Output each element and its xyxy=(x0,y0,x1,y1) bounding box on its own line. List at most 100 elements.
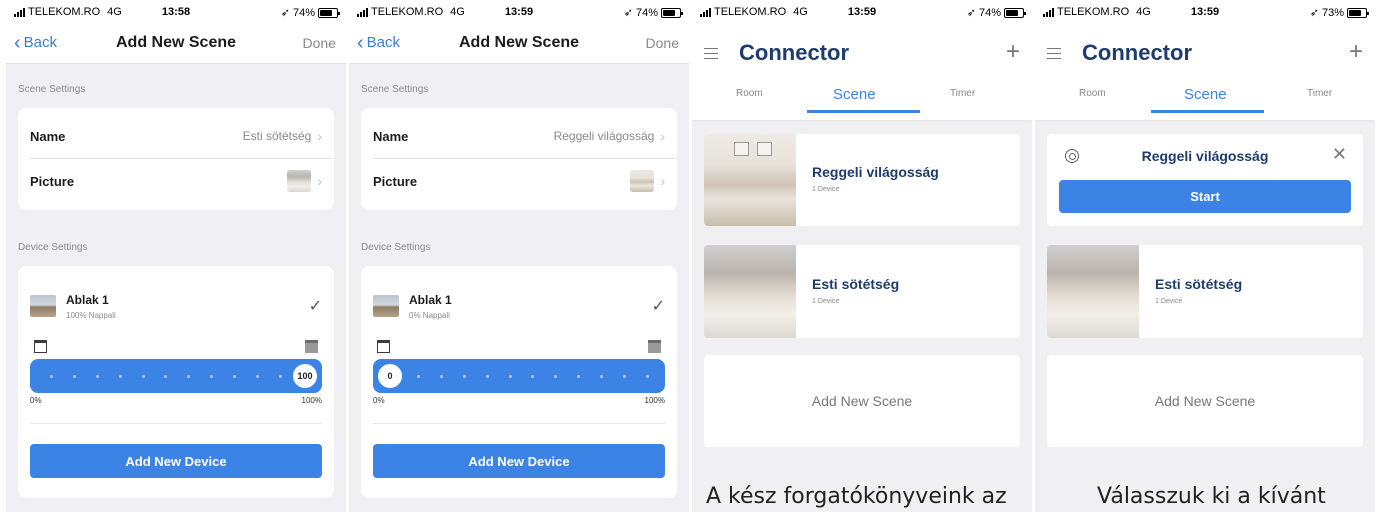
chevron-right-icon: › xyxy=(660,173,665,189)
active-tab-indicator xyxy=(1151,110,1264,113)
scene-name: Reggeli világosság xyxy=(812,164,939,180)
name-row[interactable]: Name Esti sötétség › xyxy=(30,114,322,158)
position-slider[interactable]: 100 xyxy=(30,359,322,393)
device-title: Ablak 1 xyxy=(66,292,109,307)
navigation-bar: ‹ Back Add New Scene Done xyxy=(6,26,346,64)
add-device-button[interactable]: Add New Device xyxy=(30,444,322,478)
phone-screen-add-scene-morning: TELEKOM.RO 4G 13:59 ➶ 74% ‹ Back Add New … xyxy=(349,0,689,512)
status-bar: TELEKOM.RO 4G 13:59 ➶ 73% xyxy=(1035,0,1375,26)
divider xyxy=(373,423,665,424)
slider-min-label: 0% xyxy=(373,396,385,405)
slider-knob[interactable]: 0 xyxy=(378,364,402,388)
checkmark-icon[interactable]: ✓ xyxy=(309,296,322,316)
tab-timer[interactable]: Timer xyxy=(950,88,975,99)
phone-screen-add-scene-evening: TELEKOM.RO 4G 13:58 ➶ 74% ‹ Back Add New … xyxy=(6,0,346,512)
scene-name: Reggeli világosság xyxy=(1141,148,1269,164)
scene-card[interactable]: Esti sötétség 1 Device xyxy=(1047,245,1363,338)
close-icon[interactable]: ✕ xyxy=(1332,144,1347,165)
done-button[interactable]: Done xyxy=(646,35,679,51)
tab-room[interactable]: Room xyxy=(1079,88,1106,99)
battery-percent: 74% xyxy=(978,6,1001,19)
scene-device-count: 1 Device xyxy=(812,186,840,193)
blind-closed-icon xyxy=(305,340,318,353)
battery-percent: 74% xyxy=(635,6,658,19)
tab-scene[interactable]: Scene xyxy=(833,86,876,103)
battery-percent: 74% xyxy=(292,6,315,19)
scene-card[interactable]: Esti sötétség 1 Device xyxy=(704,245,1020,338)
name-row[interactable]: Name Reggeli világosság › xyxy=(373,114,665,158)
location-icon: ➶ xyxy=(1309,7,1319,19)
add-icon[interactable]: + xyxy=(1349,38,1363,66)
battery-icon xyxy=(1004,7,1026,18)
device-item[interactable]: Ablak 1 100% Nappali ✓ xyxy=(30,288,322,324)
name-value: Reggeli világosság xyxy=(553,129,655,143)
tab-room[interactable]: Room xyxy=(736,88,763,99)
tab-timer[interactable]: Timer xyxy=(1307,88,1332,99)
picture-label: Picture xyxy=(30,173,75,189)
section-label-scene-settings: Scene Settings xyxy=(361,84,429,95)
name-label: Name xyxy=(373,128,409,144)
menu-icon[interactable] xyxy=(1047,48,1061,59)
picture-thumbnail xyxy=(287,170,312,192)
picture-label: Picture xyxy=(373,173,418,189)
checkmark-icon[interactable]: ✓ xyxy=(652,296,665,316)
page-title: Add New Scene xyxy=(458,34,580,51)
page-title: Add New Scene xyxy=(115,34,237,51)
picture-row[interactable]: Picture › xyxy=(30,159,322,203)
device-item[interactable]: Ablak 1 0% Nappali ✓ xyxy=(373,288,665,324)
scene-image-evening xyxy=(1047,245,1139,338)
app-header: Connector + Room Scene Timer xyxy=(1035,26,1375,120)
scene-device-count: 1 Device xyxy=(812,298,840,305)
caption-left: A kész forgatókönyveink az xyxy=(706,484,1007,509)
device-subtitle: 0% Nappali xyxy=(409,310,450,320)
device-thumbnail xyxy=(373,295,399,317)
location-icon: ➶ xyxy=(280,7,290,19)
battery-icon xyxy=(318,7,340,18)
scene-image-morning xyxy=(704,134,796,226)
device-title: Ablak 1 xyxy=(409,292,452,307)
device-settings-card: Ablak 1 100% Nappali ✓ 100 0% 100% Add N… xyxy=(18,266,334,498)
picture-row[interactable]: Picture › xyxy=(373,159,665,203)
done-button[interactable]: Done xyxy=(303,35,336,51)
scene-card[interactable]: Reggeli világosság 1 Device xyxy=(704,134,1020,226)
menu-icon[interactable] xyxy=(704,48,718,59)
caption-right: Válasszuk ki a kívánt xyxy=(1097,484,1326,509)
device-settings-card: Ablak 1 0% Nappali ✓ 0 0% 100% Add New D… xyxy=(361,266,677,498)
scene-settings-card: Name Reggeli világosság › Picture › xyxy=(361,108,677,210)
device-thumbnail xyxy=(30,295,56,317)
section-label-device-settings: Device Settings xyxy=(361,242,431,253)
app-title: Connector xyxy=(1082,40,1192,65)
scene-settings-card: Name Esti sötétség › Picture › xyxy=(18,108,334,210)
battery-icon xyxy=(661,7,683,18)
blind-closed-icon xyxy=(648,340,661,353)
slider-max-label: 100% xyxy=(644,396,665,405)
slider-min-label: 0% xyxy=(30,396,42,405)
add-device-button[interactable]: Add New Device xyxy=(373,444,665,478)
section-label-device-settings: Device Settings xyxy=(18,242,88,253)
blind-open-icon xyxy=(34,340,47,353)
add-icon[interactable]: + xyxy=(1006,38,1020,66)
battery-icon xyxy=(1347,7,1369,18)
slider-knob[interactable]: 100 xyxy=(293,364,317,388)
status-bar: TELEKOM.RO 4G 13:58 ➶ 74% xyxy=(6,0,346,26)
chevron-right-icon: › xyxy=(660,128,665,144)
battery-percent: 73% xyxy=(1321,6,1344,19)
blind-open-icon xyxy=(377,340,390,353)
location-icon: ➶ xyxy=(623,7,633,19)
phone-screen-scene-start: TELEKOM.RO 4G 13:59 ➶ 73% Connector + Ro… xyxy=(1035,0,1375,512)
tab-scene[interactable]: Scene xyxy=(1184,86,1227,103)
name-value: Esti sötétség xyxy=(242,129,312,143)
slider-track xyxy=(417,375,649,378)
position-slider[interactable]: 0 xyxy=(373,359,665,393)
add-scene-card[interactable]: Add New Scene xyxy=(704,355,1020,447)
add-scene-card[interactable]: Add New Scene xyxy=(1047,355,1363,447)
picture-thumbnail xyxy=(630,170,655,192)
app-title: Connector xyxy=(739,40,849,65)
scene-device-count: 1 Device xyxy=(1155,298,1183,305)
slider-track xyxy=(50,375,282,378)
section-label-scene-settings: Scene Settings xyxy=(18,84,86,95)
start-button[interactable]: Start xyxy=(1059,180,1351,213)
scene-card-expanded: Reggeli világosság ✕ Start xyxy=(1047,134,1363,226)
status-bar: TELEKOM.RO 4G 13:59 ➶ 74% xyxy=(349,0,689,26)
scene-name: Esti sötétség xyxy=(812,276,900,292)
